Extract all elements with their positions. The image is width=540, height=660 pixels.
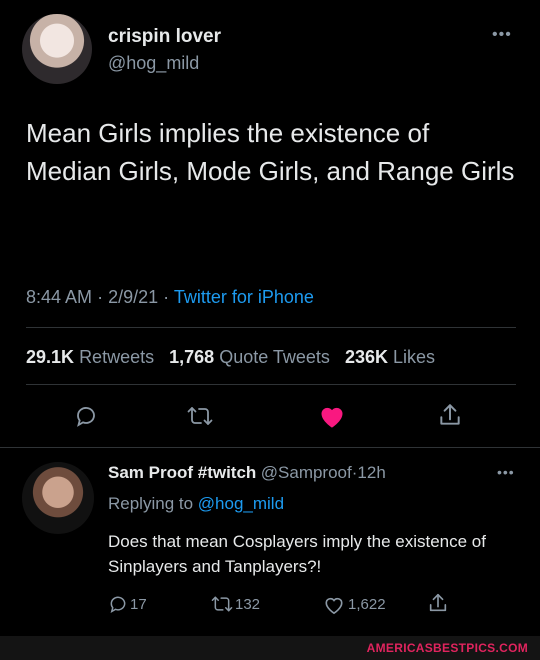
retweets-count: 29.1K <box>26 347 75 367</box>
tweet-source-link[interactable]: Twitter for iPhone <box>174 287 314 307</box>
quotes-stat[interactable]: 1,768 Quote Tweets <box>169 347 335 367</box>
share-icon[interactable] <box>437 402 463 428</box>
retweets-stat[interactable]: 29.1K Retweets <box>26 347 159 367</box>
watermark-text: AMERICASBESTPICS.COM <box>366 641 528 655</box>
reply-more-dots-icon[interactable]: ••• <box>497 464 515 480</box>
meta-separator: · <box>163 287 170 307</box>
retweet-icon[interactable] <box>186 404 214 428</box>
reply-icon[interactable] <box>74 404 98 428</box>
replying-prefix: Replying to <box>108 494 194 513</box>
reply-reply-count: 17 <box>130 596 147 613</box>
quotes-label: Quote Tweets <box>219 347 330 367</box>
reply-text: Does that mean Cosplayers imply the exis… <box>108 532 486 576</box>
author-avatar[interactable] <box>22 14 92 84</box>
divider <box>26 327 516 328</box>
reply-like-count: 1,622 <box>348 596 386 613</box>
reply-age[interactable]: 12h <box>357 463 385 482</box>
divider <box>0 447 540 448</box>
reply-author-name[interactable]: Sam Proof #twitch <box>108 463 256 482</box>
reply-reply-icon[interactable] <box>108 594 128 614</box>
more-dots-icon[interactable]: ••• <box>492 26 512 44</box>
divider <box>26 384 516 385</box>
tweet-date: 2/9/21 <box>108 287 159 307</box>
tweet-time: 8:44 AM <box>26 287 93 307</box>
meta-separator: · <box>97 287 104 307</box>
replying-to-link[interactable]: @hog_mild <box>198 494 284 513</box>
tweet-stats: 29.1K Retweets 1,768 Quote Tweets 236K L… <box>26 347 435 368</box>
reply-like-icon[interactable] <box>323 595 345 615</box>
likes-label: Likes <box>393 347 436 367</box>
reply-author-avatar[interactable] <box>22 462 94 534</box>
reply-retweet-count: 132 <box>235 596 261 613</box>
tweet-text: Mean Girls implies the existence of Medi… <box>26 118 515 186</box>
reply-share-icon[interactable] <box>427 592 449 614</box>
likes-count: 236K <box>344 347 388 367</box>
replying-to: Replying to @hog_mild <box>108 494 284 514</box>
watermark-bar: AMERICASBESTPICS.COM <box>0 636 540 660</box>
likes-stat[interactable]: 236K Likes <box>345 347 435 367</box>
tweet-meta: 8:44 AM · 2/9/21 · Twitter for iPhone <box>26 287 314 308</box>
reply-retweet-icon[interactable] <box>210 594 234 614</box>
reply-header: Sam Proof #twitch @Samproof·12h <box>108 463 386 483</box>
quotes-count: 1,768 <box>169 347 215 367</box>
author-name[interactable]: crispin lover <box>108 26 221 48</box>
like-icon[interactable] <box>318 403 346 429</box>
retweets-label: Retweets <box>79 347 155 367</box>
reply-author-handle[interactable]: @Samproof <box>261 463 352 482</box>
author-handle[interactable]: @hog_mild <box>108 53 199 74</box>
